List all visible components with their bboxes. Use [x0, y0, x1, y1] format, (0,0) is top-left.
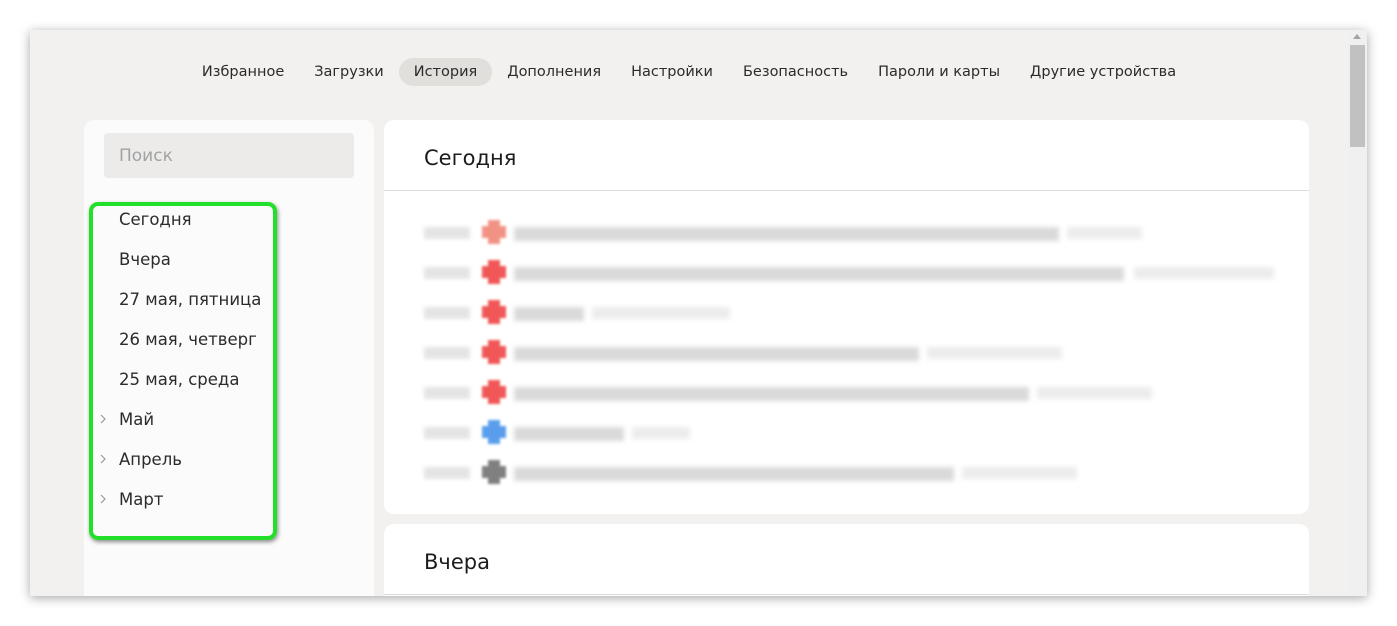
date-item-march[interactable]: Март — [84, 480, 374, 520]
site-favicon-icon — [482, 380, 506, 404]
entry-domain — [1067, 227, 1142, 239]
entry-domain — [962, 467, 1077, 479]
entry-time — [424, 467, 470, 479]
entry-time — [424, 427, 470, 439]
chevron-right-icon — [100, 414, 106, 424]
scroll-up-arrow-icon[interactable] — [1353, 34, 1361, 39]
browser-window: Избранное Загрузки История Дополнения На… — [30, 30, 1367, 596]
date-item-label: Апрель — [119, 450, 182, 469]
history-section-yesterday: Вчера — [384, 524, 1309, 596]
date-item-label: Май — [119, 410, 155, 429]
chevron-right-icon — [100, 454, 106, 464]
chevron-right-icon — [100, 494, 106, 504]
tab-settings[interactable]: Настройки — [616, 58, 728, 86]
entry-time — [424, 347, 470, 359]
section-title: Сегодня — [424, 146, 517, 170]
tab-favorites[interactable]: Избранное — [187, 58, 299, 86]
section-divider — [384, 594, 1309, 595]
entry-time — [424, 387, 470, 399]
history-sidebar: Сегодня Вчера 27 мая, пятница 26 мая, че… — [84, 120, 374, 596]
settings-nav: Избранное Загрузки История Дополнения На… — [30, 58, 1348, 86]
site-favicon-icon — [482, 300, 506, 324]
site-favicon-icon — [482, 460, 506, 484]
entry-title — [514, 467, 954, 481]
date-list: Сегодня Вчера 27 мая, пятница 26 мая, че… — [84, 200, 374, 520]
entry-title — [514, 427, 624, 441]
tab-history[interactable]: История — [398, 58, 493, 86]
tab-passwords-cards[interactable]: Пароли и карты — [863, 58, 1015, 86]
date-item-may-26[interactable]: 26 мая, четверг — [84, 320, 374, 360]
entry-domain — [632, 427, 690, 439]
section-divider — [384, 190, 1309, 191]
tab-other-devices[interactable]: Другие устройства — [1015, 58, 1191, 86]
entry-title — [514, 307, 584, 321]
entry-time — [424, 307, 470, 319]
entry-domain — [592, 307, 730, 319]
tab-downloads[interactable]: Загрузки — [299, 58, 398, 86]
entry-title — [514, 267, 1124, 281]
tab-extensions[interactable]: Дополнения — [492, 58, 616, 86]
entry-domain — [927, 347, 1062, 359]
history-search-input[interactable] — [104, 133, 354, 178]
site-favicon-icon — [482, 220, 506, 244]
date-item-may-25[interactable]: 25 мая, среда — [84, 360, 374, 400]
site-favicon-icon — [482, 260, 506, 284]
tab-security[interactable]: Безопасность — [728, 58, 863, 86]
date-item-label: Март — [119, 490, 164, 509]
section-title: Вчера — [424, 550, 490, 574]
entry-time — [424, 267, 470, 279]
vertical-scrollbar[interactable] — [1348, 30, 1367, 596]
entry-time — [424, 227, 470, 239]
entry-domain — [1037, 387, 1152, 399]
date-item-yesterday[interactable]: Вчера — [84, 240, 374, 280]
scroll-thumb[interactable] — [1350, 45, 1365, 147]
date-item-may-27[interactable]: 27 мая, пятница — [84, 280, 374, 320]
date-item-april[interactable]: Апрель — [84, 440, 374, 480]
entry-title — [514, 387, 1029, 401]
entry-title — [514, 227, 1059, 241]
entry-title — [514, 347, 919, 361]
date-item-may[interactable]: Май — [84, 400, 374, 440]
site-favicon-icon — [482, 340, 506, 364]
date-item-today[interactable]: Сегодня — [84, 200, 374, 240]
history-section-today: Сегодня — [384, 120, 1309, 514]
site-favicon-icon — [482, 420, 506, 444]
entry-domain — [1134, 267, 1274, 279]
